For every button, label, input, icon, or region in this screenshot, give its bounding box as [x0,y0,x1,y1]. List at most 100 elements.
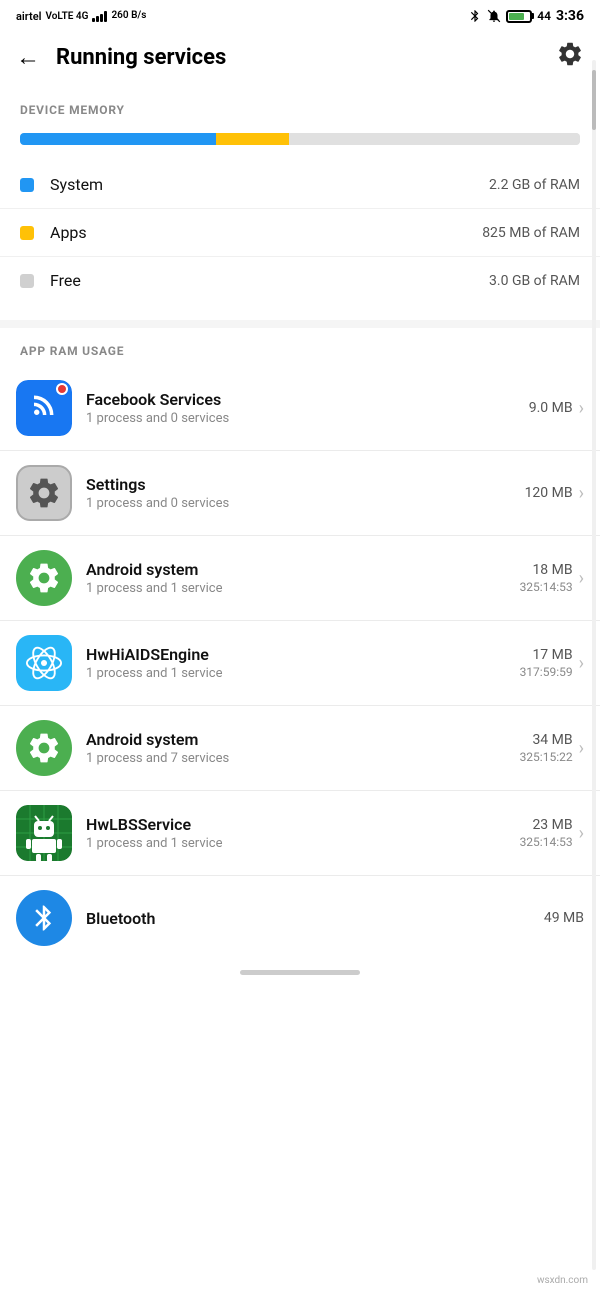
section-divider [0,320,600,328]
settings-icon-wrap [16,465,72,521]
android-gear2-icon [16,720,72,776]
app-size: 49 MB [544,910,584,926]
device-memory-section: DEVICE MEMORY System 2.2 GB of RAM Apps … [0,87,600,320]
time-label: 3:36 [556,8,584,24]
chevron-right-icon: › [579,653,584,674]
status-left: airtel VoLTE 4G 260 B/s [16,10,146,23]
chevron-right-icon: › [579,568,584,589]
atom-app-icon [16,635,72,691]
memory-bar [20,133,580,145]
battery-label: 44 [537,9,551,23]
app-meta-hwaids: 17 MB 317:59:59 [520,647,573,679]
app-ram-usage-section: APP RAM USAGE Facebook Services 1 proces… [0,328,600,960]
app-time: 325:14:53 [520,835,573,849]
memory-bar-apps [216,133,289,145]
app-time: 325:15:22 [520,750,573,764]
watermark: wsxdn.com [537,1275,588,1286]
hwlbs-app-icon [16,805,72,861]
apps-dot [20,226,34,240]
network-speed: 260 B/s [111,10,146,22]
chevron-right-icon: › [579,398,584,419]
app-meta-hwlbs: 23 MB 325:14:53 [520,817,573,849]
app-time: 325:14:53 [520,580,573,594]
memory-bar-free [289,133,580,145]
facebook-icon-wrap [16,380,72,436]
back-button[interactable]: ← [16,43,40,72]
app-info-hwaids: HwHiAIDSEngine 1 process and 1 service [86,645,520,681]
list-item[interactable]: HwLBSService 1 process and 1 service 23 … [0,791,600,876]
memory-item-free: Free 3.0 GB of RAM [0,257,600,304]
chevron-right-icon: › [579,738,584,759]
list-item[interactable]: Settings 1 process and 0 services 120 MB… [0,451,600,536]
bluetooth-icon-wrap [16,890,72,946]
list-item[interactable]: Android system 1 process and 1 service 1… [0,536,600,621]
signal-bars [92,10,107,22]
battery-fill [509,13,524,20]
home-indicator [0,960,600,983]
hwlbs-icon-wrap [16,805,72,861]
status-right: 44 3:36 [468,8,584,24]
device-memory-header: DEVICE MEMORY [0,87,600,125]
bluetooth-status-icon [468,9,482,23]
app-name: Android system [86,730,520,749]
app-size: 23 MB [532,817,572,833]
hwaids-icon-wrap [16,635,72,691]
app-info-facebook: Facebook Services 1 process and 0 servic… [86,390,529,426]
system-dot [20,178,34,192]
app-name: Bluetooth [86,909,544,928]
app-size: 18 MB [532,562,572,578]
app-subtitle: 1 process and 7 services [86,751,520,766]
app-info-settings: Settings 1 process and 0 services [86,475,525,511]
battery-icon [506,10,532,23]
app-subtitle: 1 process and 0 services [86,496,525,511]
app-size: 34 MB [532,732,572,748]
app-name: Facebook Services [86,390,529,409]
status-bar: airtel VoLTE 4G 260 B/s 44 3:36 [0,0,600,28]
memory-bar-system [20,133,216,145]
app-subtitle: 1 process and 0 services [86,411,529,426]
app-info-bluetooth: Bluetooth [86,909,544,928]
list-item[interactable]: Android system 1 process and 7 services … [0,706,600,791]
android-system-icon-wrap [16,550,72,606]
scrollbar-thumb[interactable] [592,70,596,130]
scrollbar-track [592,60,596,1270]
list-item[interactable]: Bluetooth 49 MB [0,876,600,960]
android-system2-icon-wrap [16,720,72,776]
app-meta-bluetooth: 49 MB [544,910,584,926]
notification-dot [56,383,68,395]
list-item[interactable]: Facebook Services 1 process and 0 servic… [0,366,600,451]
app-meta-settings: 120 MB [525,485,573,501]
android-gear-icon [16,550,72,606]
chevron-right-icon: › [579,483,584,504]
settings-gear-icon[interactable] [556,40,584,75]
app-size: 17 MB [532,647,572,663]
app-size: 120 MB [525,485,573,501]
free-dot [20,274,34,288]
page-title: Running services [56,45,226,70]
system-label: System [50,175,489,194]
home-bar[interactable] [240,970,360,975]
free-value: 3.0 GB of RAM [489,273,580,289]
app-meta-android2: 34 MB 325:15:22 [520,732,573,764]
chevron-right-icon: › [579,823,584,844]
app-name: Settings [86,475,525,494]
app-meta-android1: 18 MB 325:14:53 [520,562,573,594]
apps-value: 825 MB of RAM [482,225,580,241]
app-time: 317:59:59 [520,665,573,679]
settings-app-icon [16,465,72,521]
app-name: HwLBSService [86,815,520,834]
free-label: Free [50,271,489,290]
app-subtitle: 1 process and 1 service [86,836,520,851]
app-subtitle: 1 process and 1 service [86,581,520,596]
app-size: 9.0 MB [529,400,573,416]
bell-mute-icon [487,9,501,23]
memory-item-apps: Apps 825 MB of RAM [0,209,600,257]
memory-item-system: System 2.2 GB of RAM [0,161,600,209]
list-item[interactable]: HwHiAIDSEngine 1 process and 1 service 1… [0,621,600,706]
network-type: VoLTE 4G [45,11,88,22]
app-info-android1: Android system 1 process and 1 service [86,560,520,596]
app-info-hwlbs: HwLBSService 1 process and 1 service [86,815,520,851]
apps-label: Apps [50,223,482,242]
app-name: Android system [86,560,520,579]
app-meta-facebook: 9.0 MB [529,400,573,416]
